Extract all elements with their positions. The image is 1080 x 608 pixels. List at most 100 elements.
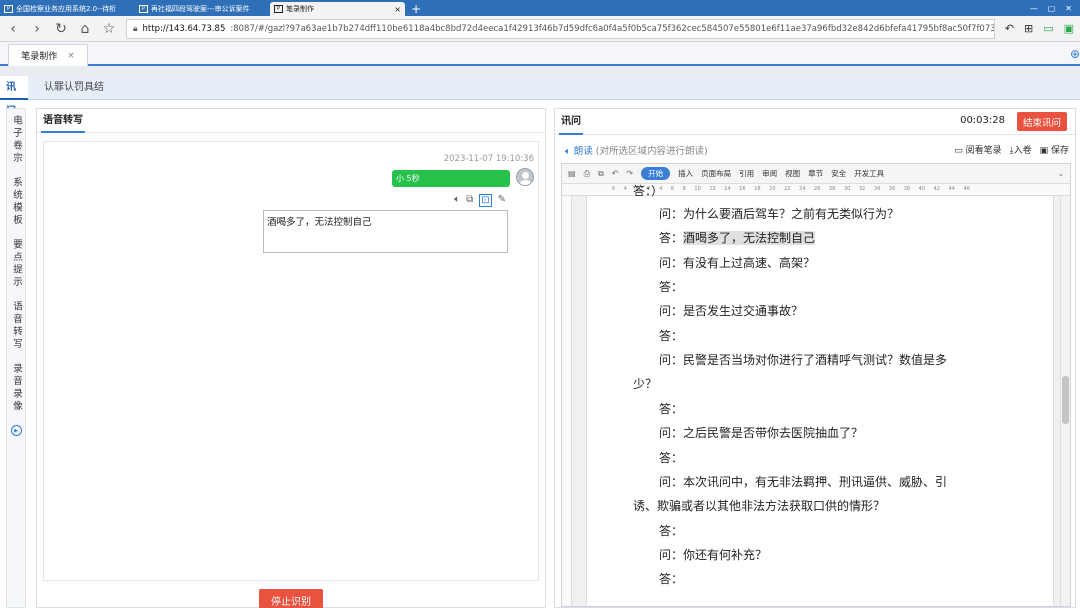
ribbon-tab-developer[interactable]: 开发工具	[854, 168, 884, 179]
window-controls: — ▢ ✕	[1030, 0, 1080, 16]
maximize-icon[interactable]: ▢	[1048, 4, 1056, 13]
ribbon-tab-review[interactable]: 审阅	[762, 168, 777, 179]
doc-line-prefix: 答：	[659, 231, 684, 245]
lock-icon: 🔒︎	[133, 23, 138, 34]
page-favicon-icon: P	[139, 5, 148, 13]
new-tab-button[interactable]: +	[411, 2, 421, 16]
view-record-label: 阅看笔录	[965, 146, 1002, 156]
document-scrollbar[interactable]	[1060, 196, 1070, 606]
ribbon-tab-reference[interactable]: 引用	[739, 168, 754, 179]
chat-icon[interactable]: ▭	[1043, 22, 1053, 35]
reload-icon[interactable]: ↻	[54, 21, 68, 37]
browser-tab-strip: P 全国检察业务应用系统2.0--待析 P 再社福四段驾驶案---审公诉案件 P…	[0, 0, 1080, 16]
ribbon-tab-layout[interactable]: 页面布局	[701, 168, 731, 179]
panel-title: 讯问	[559, 109, 583, 135]
undo-arrow-icon[interactable]: ↶	[1005, 22, 1014, 35]
edit-icon[interactable]: ✎	[498, 194, 506, 207]
doc-line: 少？	[633, 377, 658, 391]
voice-message[interactable]: 小 5秒	[392, 170, 510, 187]
ribbon-tab-insert[interactable]: 插入	[678, 168, 693, 179]
url-path: :8087/#/gazl?97a63ae1b7b274dff110be6118a…	[230, 23, 995, 34]
scrollbar-thumb[interactable]	[1062, 376, 1069, 424]
return-icon[interactable]: ⊕	[1070, 47, 1080, 61]
home-icon[interactable]: ⌂	[78, 21, 92, 37]
view-record-button[interactable]: ▭ 阅看笔录	[954, 143, 1001, 156]
play-icon[interactable]: ▶	[10, 425, 22, 436]
doc-line: 问：是否发生过交通事故？	[659, 304, 804, 318]
file-in-label: 入卷	[1013, 146, 1032, 156]
nav-audio-video[interactable]: 录音录像	[9, 363, 23, 413]
end-interrogation-button[interactable]: 结束讯问	[1017, 112, 1067, 131]
nav-voice-transcription[interactable]: 语音转写	[9, 301, 23, 351]
speaker-icon[interactable]: 🔈︎	[454, 194, 460, 207]
stop-recognition-button[interactable]: 停止识别	[259, 589, 323, 608]
read-label: 朗读	[573, 146, 593, 157]
redo-icon[interactable]: ↷	[626, 169, 633, 178]
doc-line: 问：民警是否当场对你进行了酒精呼气测试？数值是多	[659, 353, 948, 367]
ruler-numbers: 6 4 2 2 4 6 8 10 12 14 16 18 20 22 24 26…	[612, 186, 970, 192]
ribbon-tab-section[interactable]: 章节	[808, 168, 823, 179]
doc-line: 问：为什么要酒后驾车？之前有无类似行为？	[659, 207, 900, 221]
panel-header: 语音转写	[37, 109, 545, 133]
browser-tab-2[interactable]: P 再社福四段驾驶案---审公诉案件	[135, 2, 270, 16]
browser-tab-3[interactable]: P 笔录制作 ×	[270, 2, 405, 16]
read-hint: (对所选区域内容进行朗读)	[595, 146, 708, 157]
close-tab-icon[interactable]: ×	[394, 5, 401, 14]
doc-line: 答：	[659, 329, 684, 343]
close-icon[interactable]: ×	[67, 51, 75, 61]
browser-tab-title: 再社福四段驾驶案---审公诉案件	[151, 5, 250, 13]
minimize-icon[interactable]: —	[1030, 4, 1038, 13]
main-area: 讯问 认罪认罚具结 电子卷宗 系统模板 要点提示 语音转写 录音录像 ▶ 语音转…	[0, 76, 1080, 608]
ribbon-tab-security[interactable]: 安全	[831, 168, 846, 179]
app-tab-record[interactable]: 笔录制作 ×	[8, 44, 88, 66]
extension-icon[interactable]: ▣	[1064, 22, 1074, 35]
browser-tab-title: 全国检察业务应用系统2.0--待析	[16, 5, 117, 13]
ribbon-tab-view[interactable]: 视图	[785, 168, 800, 179]
transcript-text[interactable]: 酒喝多了，无法控制自己	[263, 210, 508, 253]
transcription-area: 2023-11-07 19:10:36 小 5秒 🔈︎ ⧉ ⊡ ✎ 酒喝多了，无…	[43, 141, 539, 581]
sub-tab-bar: 讯问 认罪认罚具结	[0, 76, 1080, 117]
insert-icon[interactable]: ⊡	[479, 194, 492, 207]
star-icon[interactable]: ☆	[102, 21, 116, 37]
message-actions: 🔈︎ ⧉ ⊡ ✎	[454, 194, 506, 207]
tab-plea-agreement[interactable]: 认罪认罚具结	[38, 76, 110, 100]
file-in-button[interactable]: ⤓入卷	[1010, 143, 1032, 156]
nav-system-template[interactable]: 系统模板	[9, 177, 23, 227]
copy-icon[interactable]: ⧉	[466, 194, 473, 207]
save-icon: ▣	[1039, 146, 1049, 156]
url-field[interactable]: 🔒︎ http://143.64.73.85 :8087/#/gazl?97a63…	[126, 18, 995, 39]
document-editor: ▤ ⎙ ⧉ ↶ ↷ 开始 插入 页面布局 引用 审阅 视图 章节 安全 开发工具…	[561, 163, 1071, 607]
tab-interrogation[interactable]: 讯问	[0, 76, 28, 117]
doc-line: 诱、欺骗或者以其他非法方法获取口供的情形？	[633, 499, 886, 513]
nav-electronic-file[interactable]: 电子卷宗	[9, 115, 23, 165]
document-page[interactable]: 答：） 问：为什么要酒后驾车？之前有无类似行为？ 答：酒喝多了，无法控制自己 问…	[586, 184, 1054, 606]
panel-header: 讯问 00:03:28 结束讯问	[555, 109, 1075, 135]
doc-line: 答：	[659, 572, 684, 586]
preview-icon[interactable]: ⧉	[598, 169, 604, 179]
nav-key-points[interactable]: 要点提示	[9, 239, 23, 289]
file-icon[interactable]: ▤	[568, 169, 576, 178]
undo-icon[interactable]: ↶	[612, 169, 619, 178]
url-host: http://143.64.73.85	[142, 23, 226, 34]
browser-tab-1[interactable]: P 全国检察业务应用系统2.0--待析	[0, 2, 135, 16]
ribbon-tab-start[interactable]: 开始	[641, 167, 671, 180]
avatar	[516, 168, 534, 186]
browser-toolbar-icons: ↶ ⊞ ▭ ▣	[1005, 22, 1074, 35]
chevron-down-icon[interactable]: ⌄	[1058, 169, 1064, 178]
forward-icon[interactable]: ›	[30, 21, 44, 37]
vertical-nav: 电子卷宗 系统模板 要点提示 语音转写 录音录像 ▶	[6, 108, 26, 608]
read-aloud[interactable]: 🔈︎ 朗读 (对所选区域内容进行朗读)	[565, 143, 708, 157]
save-label: 保存	[1050, 146, 1069, 156]
doc-line: 问：本次讯问中，有无非法羁押、刑讯逼供、威胁、引	[659, 475, 948, 489]
back-icon[interactable]: ‹	[6, 21, 20, 37]
doc-line: 答：	[659, 451, 684, 465]
page-favicon-icon: P	[274, 5, 283, 13]
close-window-icon[interactable]: ✕	[1065, 4, 1072, 13]
doc-line: 答：	[659, 280, 684, 294]
doc-line: 答：酒喝多了，无法控制自己	[659, 229, 816, 246]
save-button[interactable]: ▣ 保存	[1040, 143, 1069, 156]
doc-line: 问：之后民警是否带你去医院抽血了？	[659, 426, 864, 440]
grid-icon[interactable]: ⊞	[1024, 22, 1033, 35]
address-bar: ‹ › ↻ ⌂ ☆ 🔒︎ http://143.64.73.85 :8087/#/…	[0, 16, 1080, 42]
print-icon[interactable]: ⎙	[584, 169, 590, 179]
